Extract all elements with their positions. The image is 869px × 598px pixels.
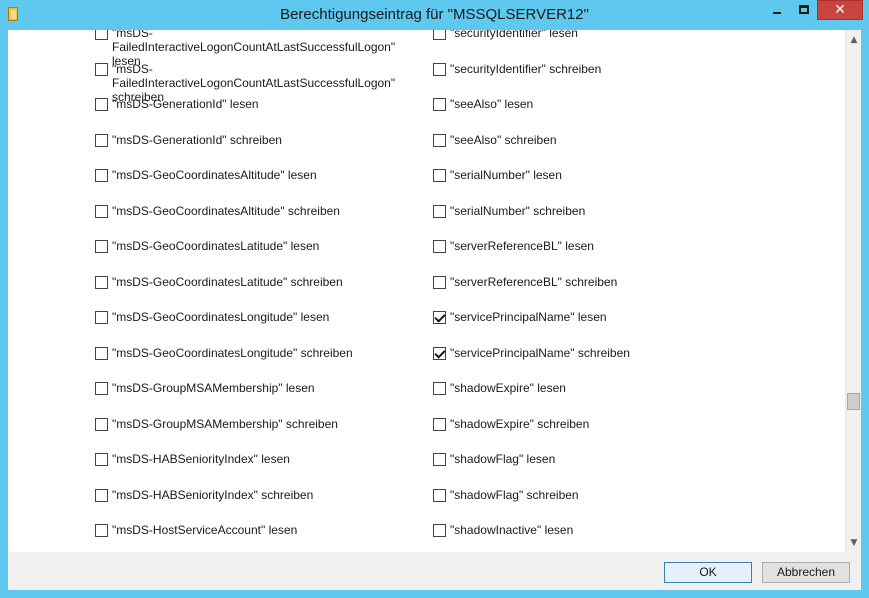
permission-checkbox[interactable] (433, 453, 446, 466)
permission-checkbox[interactable] (433, 311, 446, 324)
close-button[interactable]: ✕ (817, 0, 863, 20)
permission-checkbox[interactable] (433, 204, 446, 218)
permission-label: "seeAlso" schreiben (450, 132, 557, 147)
permission-label: "msDS-GenerationId" lesen (112, 97, 259, 111)
permission-row: "msDS-GroupMSAMembership" lesen "shadowEx… (8, 381, 848, 418)
cancel-button[interactable]: Abbrechen (762, 562, 850, 583)
permission-row: "msDS-GeoCoordinatesLatitude" schreiben "… (8, 274, 848, 312)
permission-label: "msDS-GeoCoordinatesAltitude" schreiben (112, 203, 340, 218)
permission-label: "serialNumber" lesen (450, 168, 562, 182)
permission-label: "msDS-GeoCoordinatesLatitude" schreiben (112, 274, 343, 289)
minimize-button[interactable] (764, 0, 790, 20)
permission-checkbox[interactable] (95, 62, 108, 76)
permission-row: "msDS-HostServiceAccount" lesen "shadowIn… (8, 523, 848, 552)
permission-label: "serverReferenceBL" lesen (450, 239, 594, 253)
permission-checkbox[interactable] (433, 382, 446, 395)
dialog-client: "msDS-FailedInteractiveLogonCountAtLastS… (8, 30, 861, 590)
permission-checkbox[interactable] (95, 30, 108, 40)
permission-label: "msDS-GeoCoordinatesAltitude" lesen (112, 168, 317, 182)
permission-checkbox[interactable] (95, 488, 108, 502)
permission-row: "msDS-GeoCoordinatesAltitude" lesen "seri… (8, 168, 848, 205)
permission-checkbox[interactable] (95, 240, 108, 253)
permission-label: "msDS-GroupMSAMembership" lesen (112, 381, 315, 395)
permission-checkbox[interactable] (95, 169, 108, 182)
permission-label: "shadowFlag" schreiben (450, 487, 579, 502)
permission-checkbox[interactable] (433, 524, 446, 537)
permission-checkbox[interactable] (95, 346, 108, 360)
permission-label: "shadowExpire" lesen (450, 381, 566, 395)
permission-row: "msDS-HABSeniorityIndex" lesen "shadowFla… (8, 452, 848, 489)
permission-row: "msDS-FailedInteractiveLogonCountAtLastS… (8, 30, 848, 68)
permission-checkbox[interactable] (433, 240, 446, 253)
permission-row: "msDS-GeoCoordinatesLongitude" lesen "ser… (8, 310, 848, 347)
permission-label: "shadowFlag" lesen (450, 452, 556, 466)
permission-label: "msDS-HABSeniorityIndex" schreiben (112, 487, 314, 502)
permission-row: "msDS-GroupMSAMembership" schreiben "shad… (8, 416, 848, 454)
permission-label: "servicePrincipalName" lesen (450, 310, 607, 324)
permission-label: "securityIdentifier" schreiben (450, 61, 602, 76)
permission-label: "msDS-GroupMSAMembership" schreiben (112, 416, 338, 431)
ok-button[interactable]: OK (664, 562, 752, 583)
vertical-scrollbar[interactable]: ▲ ▼ (845, 30, 861, 552)
permission-checkbox[interactable] (95, 204, 108, 218)
permission-checkbox[interactable] (433, 275, 446, 289)
permission-checkbox[interactable] (433, 169, 446, 182)
permission-label: "shadowInactive" lesen (450, 523, 574, 537)
scrollbar-thumb[interactable] (847, 393, 860, 410)
permission-checkbox[interactable] (95, 417, 108, 431)
permission-checkbox[interactable] (95, 275, 108, 289)
permission-checkbox[interactable] (95, 524, 108, 537)
scroll-down-icon[interactable]: ▼ (846, 535, 861, 551)
permissions-list: "msDS-FailedInteractiveLogonCountAtLastS… (8, 30, 861, 553)
permission-label: "msDS-GeoCoordinatesLatitude" lesen (112, 239, 320, 253)
permission-checkbox[interactable] (433, 133, 446, 147)
permission-row: "msDS-FailedInteractiveLogonCountAtLastS… (8, 61, 848, 104)
permission-row: "msDS-GenerationId" schreiben "seeAlso" s… (8, 132, 848, 170)
permission-label: "seeAlso" lesen (450, 97, 534, 111)
permission-checkbox[interactable] (95, 98, 108, 111)
permission-label: "msDS-GenerationId" schreiben (112, 132, 282, 147)
permission-label: "msDS-GeoCoordinatesLongitude" schreiben (112, 345, 353, 360)
permission-row: "msDS-GeoCoordinatesLongitude" schreiben… (8, 345, 848, 383)
permission-label: "msDS-GeoCoordinatesLongitude" lesen (112, 310, 330, 324)
permission-label: "serverReferenceBL" schreiben (450, 274, 618, 289)
title-bar[interactable]: Berechtigungseintrag für "MSSQLSERVER12"… (0, 0, 869, 30)
permission-label: "securityIdentifier" lesen (450, 30, 578, 40)
permission-label: "serialNumber" schreiben (450, 203, 586, 218)
maximize-button[interactable] (791, 0, 817, 20)
close-icon: ✕ (834, 2, 846, 18)
permission-checkbox[interactable] (433, 30, 446, 40)
permission-label: "msDS-HostServiceAccount" lesen (112, 523, 298, 537)
dialog-footer: OK Abbrechen (8, 552, 861, 590)
permission-checkbox[interactable] (95, 453, 108, 466)
permission-checkbox[interactable] (433, 346, 446, 360)
scroll-up-icon[interactable]: ▲ (846, 32, 861, 48)
permission-checkbox[interactable] (433, 98, 446, 111)
permission-checkbox[interactable] (95, 382, 108, 395)
permission-label: "servicePrincipalName" schreiben (450, 345, 630, 360)
permission-checkbox[interactable] (95, 133, 108, 147)
permission-checkbox[interactable] (433, 488, 446, 502)
permission-checkbox[interactable] (95, 311, 108, 324)
permission-row: "msDS-HABSeniorityIndex" schreiben "shado… (8, 487, 848, 525)
permission-label: "shadowExpire" schreiben (450, 416, 590, 431)
permission-label: "msDS-HABSeniorityIndex" lesen (112, 452, 290, 466)
permission-row: "msDS-GeoCoordinatesAltitude" schreiben "… (8, 203, 848, 241)
permission-row: "msDS-GeoCoordinatesLatitude" lesen "serv… (8, 239, 848, 276)
permission-checkbox[interactable] (433, 62, 446, 76)
dialog-window: Berechtigungseintrag für "MSSQLSERVER12"… (0, 0, 869, 598)
permission-row: "msDS-GenerationId" lesen "seeAlso" lesen (8, 97, 848, 134)
permission-checkbox[interactable] (433, 417, 446, 431)
window-title: Berechtigungseintrag für "MSSQLSERVER12" (280, 6, 589, 23)
